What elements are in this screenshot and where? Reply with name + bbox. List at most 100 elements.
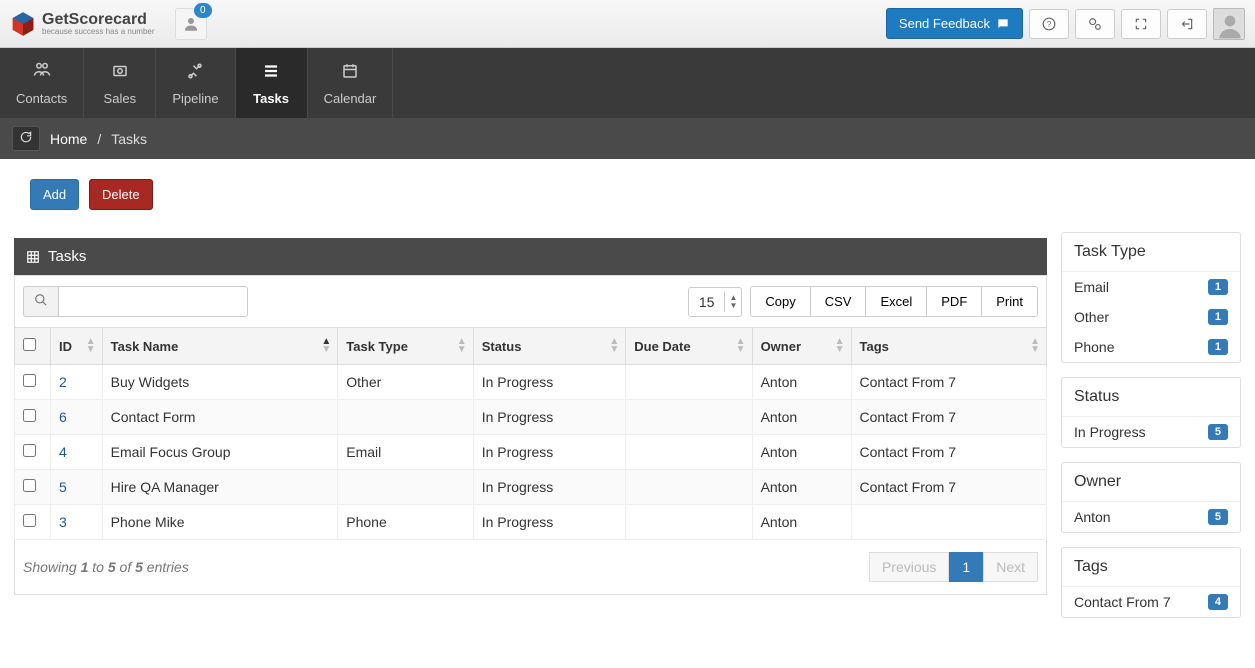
filter-status: StatusIn Progress5 xyxy=(1061,377,1241,448)
pager-page-1[interactable]: 1 xyxy=(949,552,983,582)
delete-button[interactable]: Delete xyxy=(89,179,153,210)
avatar-icon xyxy=(1214,9,1246,41)
cell-status: In Progress xyxy=(473,365,626,400)
cell-task-type: Email xyxy=(338,435,473,470)
col-due-date[interactable]: Due Date▲▼ xyxy=(626,328,752,365)
col-tags[interactable]: Tags▲▼ xyxy=(851,328,1046,365)
cell-due-date xyxy=(626,365,752,400)
breadcrumb-current: Tasks xyxy=(111,131,147,147)
row-checkbox[interactable] xyxy=(23,479,36,492)
logo[interactable]: GetScorecard because success has a numbe… xyxy=(10,11,155,37)
nav-label: Calendar xyxy=(324,91,377,106)
cell-due-date xyxy=(626,435,752,470)
fullscreen-button[interactable] xyxy=(1121,9,1161,39)
task-id-link[interactable]: 3 xyxy=(59,514,67,530)
export-pdf-button[interactable]: PDF xyxy=(927,287,982,316)
notifications-button[interactable]: 0 xyxy=(175,8,207,40)
row-checkbox[interactable] xyxy=(23,444,36,457)
pager-next[interactable]: Next xyxy=(983,552,1038,582)
filter-item[interactable]: Other1 xyxy=(1062,302,1240,332)
cell-status: In Progress xyxy=(473,435,626,470)
export-excel-button[interactable]: Excel xyxy=(866,287,927,316)
stepper-arrows: ▲▼ xyxy=(724,292,741,312)
col-task-type[interactable]: Task Type▲▼ xyxy=(338,328,473,365)
row-checkbox[interactable] xyxy=(23,374,36,387)
col-status[interactable]: Status▲▼ xyxy=(473,328,626,365)
col-owner[interactable]: Owner▲▼ xyxy=(752,328,851,365)
cell-due-date xyxy=(626,400,752,435)
filter-count: 5 xyxy=(1208,509,1228,525)
refresh-icon xyxy=(19,130,33,144)
grid-icon xyxy=(26,250,40,264)
cell-status: In Progress xyxy=(473,505,626,540)
svg-text:?: ? xyxy=(1047,19,1052,28)
send-feedback-button[interactable]: Send Feedback xyxy=(886,8,1023,39)
export-print-button[interactable]: Print xyxy=(982,287,1037,316)
refresh-button[interactable] xyxy=(12,126,40,151)
row-checkbox[interactable] xyxy=(23,409,36,422)
logo-icon xyxy=(10,11,36,37)
logo-text: GetScorecard xyxy=(42,11,147,28)
task-id-link[interactable]: 5 xyxy=(59,479,67,495)
search-icon xyxy=(34,293,48,307)
row-checkbox[interactable] xyxy=(23,514,36,527)
breadcrumb-home[interactable]: Home xyxy=(50,131,87,147)
nav-tasks[interactable]: Tasks xyxy=(236,48,308,118)
filter-item[interactable]: Email1 xyxy=(1062,272,1240,302)
filter-count: 5 xyxy=(1208,424,1228,440)
cell-tags xyxy=(851,505,1046,540)
filter-item[interactable]: Anton5 xyxy=(1062,502,1240,532)
logout-button[interactable] xyxy=(1167,9,1207,39)
filter-title: Task Type xyxy=(1062,233,1240,272)
filter-title: Tags xyxy=(1062,548,1240,587)
nav-calendar[interactable]: Calendar xyxy=(308,48,394,118)
nav-sales[interactable]: Sales xyxy=(84,48,156,118)
export-copy-button[interactable]: Copy xyxy=(751,287,810,316)
settings-button[interactable] xyxy=(1075,9,1115,39)
panel-header: Tasks xyxy=(14,238,1047,275)
nav-label: Sales xyxy=(100,91,139,106)
col-task-name[interactable]: Task Name▲▼ xyxy=(102,328,338,365)
pager-previous[interactable]: Previous xyxy=(869,552,949,582)
task-id-link[interactable]: 4 xyxy=(59,444,67,460)
col-id[interactable]: ID▲▼ xyxy=(51,328,103,365)
col-checkbox xyxy=(15,328,51,365)
cell-due-date xyxy=(626,470,752,505)
sort-icon: ▲▼ xyxy=(1030,338,1040,354)
cell-owner: Anton xyxy=(752,505,851,540)
page-size-selector[interactable]: 15 ▲▼ xyxy=(688,287,743,317)
filter-label: Phone xyxy=(1074,339,1114,355)
table-row: 5Hire QA ManagerIn ProgressAntonContact … xyxy=(15,470,1047,505)
nav-label: Pipeline xyxy=(172,91,218,106)
filter-label: Other xyxy=(1074,309,1109,325)
add-button[interactable]: Add xyxy=(30,179,79,210)
nav-contacts[interactable]: Contacts xyxy=(0,48,84,118)
avatar[interactable] xyxy=(1213,8,1245,40)
cell-task-name: Email Focus Group xyxy=(102,435,338,470)
search-input[interactable] xyxy=(58,286,248,317)
nav-pipeline[interactable]: Pipeline xyxy=(156,48,235,118)
cell-owner: Anton xyxy=(752,470,851,505)
filter-item[interactable]: Phone1 xyxy=(1062,332,1240,362)
task-id-link[interactable]: 2 xyxy=(59,374,67,390)
filter-label: Email xyxy=(1074,279,1109,295)
filter-item[interactable]: In Progress5 xyxy=(1062,417,1240,447)
gears-icon xyxy=(1088,17,1102,31)
task-id-link[interactable]: 6 xyxy=(59,409,67,425)
sales-icon xyxy=(100,62,139,85)
cell-tags: Contact From 7 xyxy=(851,400,1046,435)
breadcrumb: Home / Tasks xyxy=(0,118,1255,159)
select-all-checkbox[interactable] xyxy=(23,338,36,351)
table-footer: Showing 1 to 5 of 5 entries Previous 1 N… xyxy=(14,540,1047,595)
filter-item[interactable]: Contact From 74 xyxy=(1062,587,1240,617)
nav-label: Tasks xyxy=(252,91,291,106)
cell-task-name: Hire QA Manager xyxy=(102,470,338,505)
export-csv-button[interactable]: CSV xyxy=(811,287,867,316)
table-toolbar: 15 ▲▼ CopyCSVExcelPDFPrint xyxy=(14,275,1047,327)
help-button[interactable]: ? xyxy=(1029,9,1069,39)
sort-icon: ▲▼ xyxy=(321,338,331,354)
nav-label: Contacts xyxy=(16,91,67,106)
action-bar: Add Delete xyxy=(0,159,1255,218)
sort-icon: ▲▼ xyxy=(609,338,619,354)
logo-subtitle: because success has a number xyxy=(42,27,155,36)
